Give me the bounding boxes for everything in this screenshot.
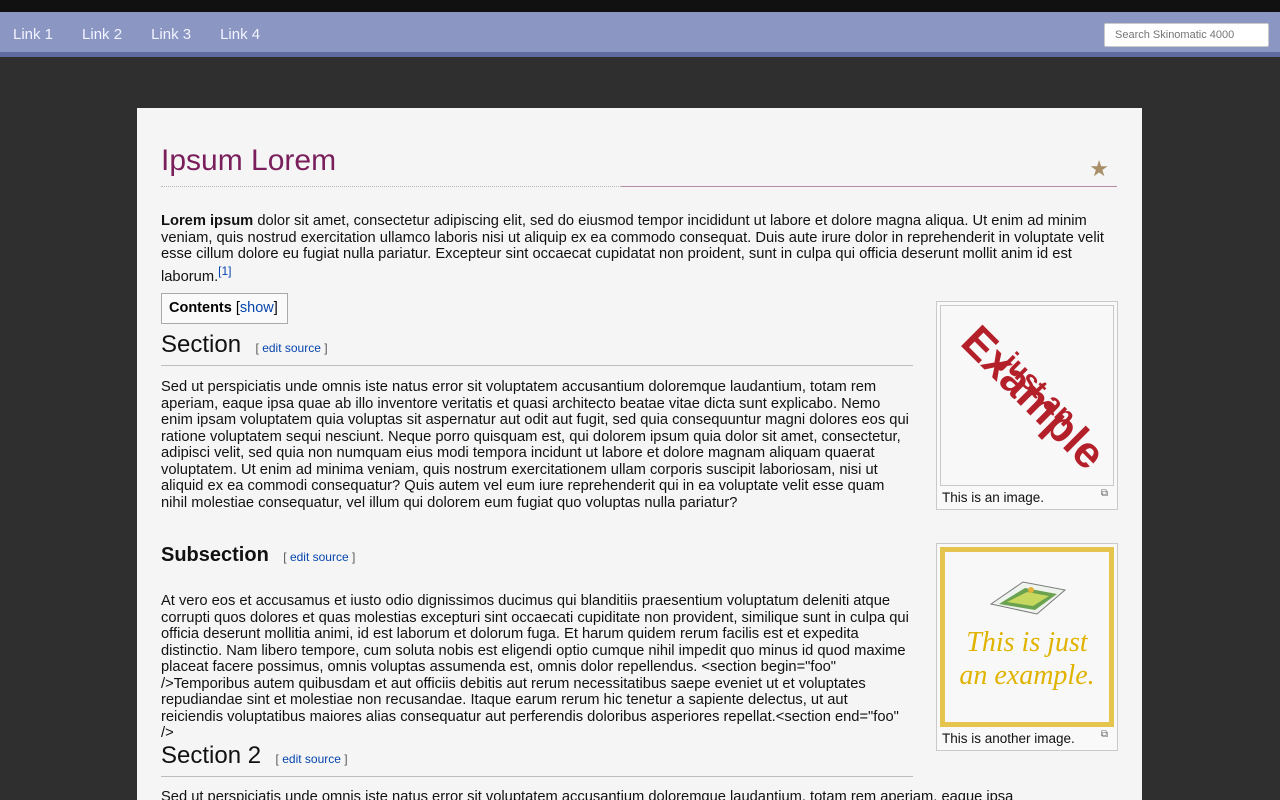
enlarge-icon[interactable]: ⧉: [1101, 488, 1108, 499]
watch-star-icon[interactable]: ★: [1089, 158, 1109, 180]
subsection-paragraph: At vero eos et accusamus et iusto odio d…: [161, 593, 909, 741]
example-art-line1-2: This is just: [966, 627, 1088, 658]
section-title: Section: [161, 331, 242, 358]
lead-text: dolor sit amet, consectetur adipiscing e…: [161, 213, 1104, 285]
example-art-line2: Example: [952, 316, 1114, 479]
nav-link-1[interactable]: Link 1: [13, 26, 53, 43]
enlarge-icon[interactable]: ⧉: [1101, 729, 1108, 740]
example-image[interactable]: just an Example: [940, 305, 1114, 486]
image-caption-2-text: This is another image.: [942, 731, 1075, 746]
reference: [1]: [218, 264, 231, 278]
edit-open-bracket: [: [275, 752, 279, 766]
nav-link-2[interactable]: Link 2: [82, 26, 122, 43]
subsection-title: Subsection: [161, 544, 269, 566]
top-black-bar: [0, 0, 1280, 12]
nav-links: Link 1 Link 2 Link 3 Link 4: [13, 12, 289, 57]
image-thumbnail-1: just an Example This is an image. ⧉: [936, 301, 1118, 510]
image-caption-2: This is another image. ⧉: [940, 727, 1114, 747]
image-caption: This is an image. ⧉: [940, 486, 1114, 506]
nav-link-4[interactable]: Link 4: [220, 26, 260, 43]
example-art-text: This is just an example.: [959, 626, 1094, 692]
edit-close-bracket: ]: [344, 752, 348, 766]
edit-close-bracket: ]: [324, 341, 328, 355]
edit-open-bracket: [: [255, 341, 259, 355]
table-of-contents: Contents [show]: [161, 293, 288, 324]
edit-section-link-wrapper: [ edit source ]: [283, 550, 355, 564]
lead-bold: Lorem ipsum: [161, 213, 254, 229]
landscape-postcard-icon: [989, 581, 1067, 615]
edit-source-link[interactable]: edit source: [290, 550, 349, 564]
page-title: Ipsum Lorem: [161, 144, 337, 177]
reference-link[interactable]: [1]: [218, 264, 231, 278]
title-divider-solid: [621, 186, 1117, 187]
edit-source-link[interactable]: edit source: [282, 752, 341, 766]
section-heading: Section [ edit source ]: [161, 331, 913, 366]
example-image-2[interactable]: This is just an example.: [940, 547, 1114, 727]
edit-open-bracket: [: [283, 550, 287, 564]
example-art-line2-2: an example.: [959, 660, 1095, 691]
toc-bracket-close: ]: [273, 300, 278, 316]
edit-section-link-wrapper: [ edit source ]: [256, 341, 328, 355]
page-header: Ipsum Lorem ★: [161, 144, 1117, 188]
lead-paragraph: Lorem ipsum dolor sit amet, consectetur …: [161, 213, 1116, 285]
image-caption-text: This is an image.: [942, 490, 1045, 505]
section-2-paragraph: Sed ut perspiciatis unde omnis iste natu…: [161, 789, 1014, 800]
image-thumbnail-2: This is just an example. This is another…: [936, 543, 1118, 751]
navigation-bar: Link 1 Link 2 Link 3 Link 4: [0, 12, 1280, 57]
nav-link-3[interactable]: Link 3: [151, 26, 191, 43]
search-input[interactable]: [1104, 23, 1269, 47]
edit-section-link-wrapper: [ edit source ]: [276, 752, 348, 766]
section-paragraph: Sed ut perspiciatis unde omnis iste natu…: [161, 379, 909, 511]
example-graphic: just an Example: [952, 316, 1114, 479]
section-2-title: Section 2: [161, 742, 262, 769]
edit-source-link[interactable]: edit source: [262, 341, 321, 355]
content-page: Ipsum Lorem ★ Lorem ipsum dolor sit amet…: [137, 108, 1142, 800]
subsection-heading: Subsection [ edit source ]: [161, 544, 355, 567]
edit-close-bracket: ]: [351, 550, 356, 564]
toc-toggle-link[interactable]: show: [240, 300, 274, 316]
section-2-heading: Section 2 [ edit source ]: [161, 742, 913, 777]
toc-label: Contents: [169, 300, 232, 316]
